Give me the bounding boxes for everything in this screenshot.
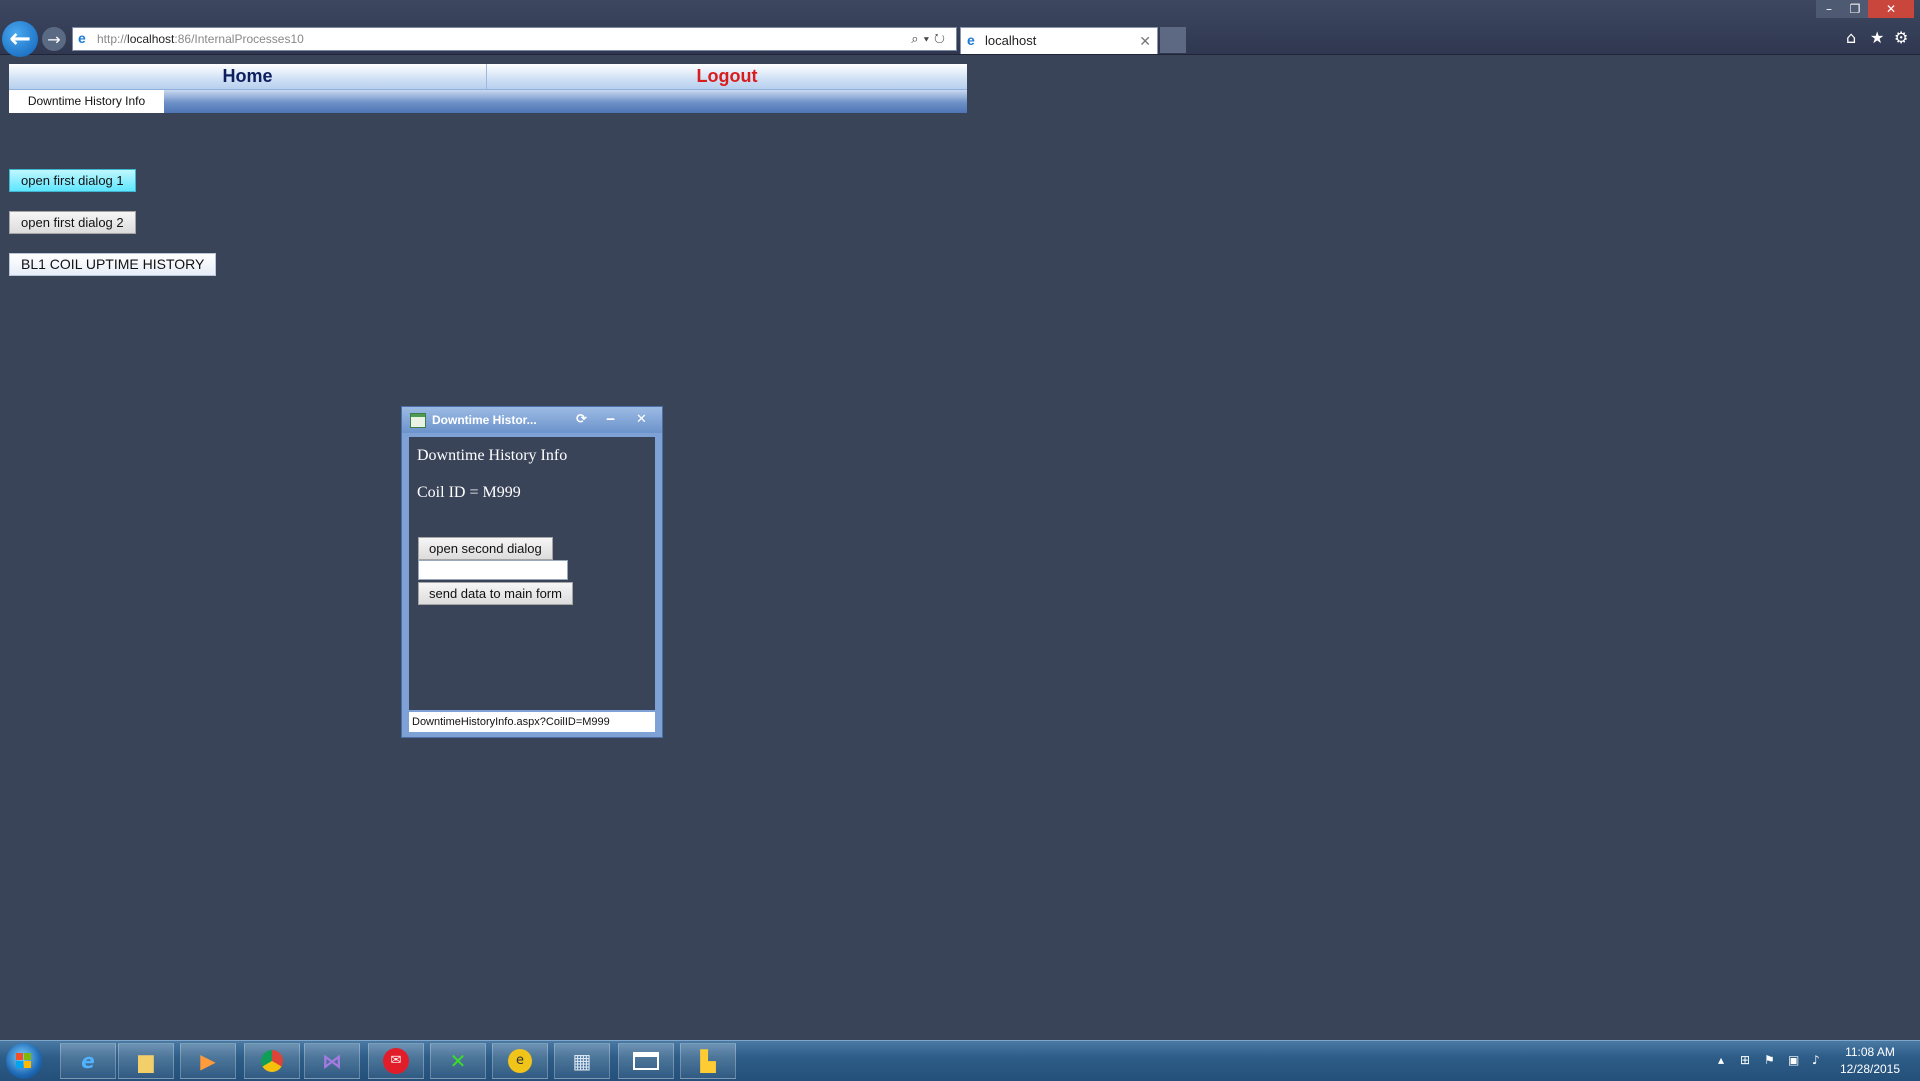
data-input[interactable] <box>418 560 568 580</box>
browser-chrome: ← → e http://localhost:86/InternalProces… <box>0 0 1920 57</box>
sub-menu: Downtime History Info <box>9 90 967 113</box>
refresh-icon[interactable]: ⟳ <box>576 407 587 433</box>
paint-icon: ▙ <box>700 1049 716 1073</box>
gear-icon[interactable]: ⚙ <box>1894 28 1908 47</box>
taskbar-internet-explorer[interactable]: e <box>60 1043 116 1079</box>
tab-close-icon[interactable]: ✕ <box>1139 28 1151 54</box>
menu-logout[interactable]: Logout <box>487 64 967 89</box>
close-icon[interactable]: ✕ <box>636 407 647 433</box>
taskbar-mail[interactable]: ✉ <box>368 1043 424 1079</box>
window-minimize-button[interactable]: – <box>1816 0 1842 18</box>
browser-tab-localhost[interactable]: e localhost ✕ <box>960 27 1158 54</box>
taskbar-update-app[interactable]: e <box>492 1043 548 1079</box>
open-first-dialog-1-button[interactable]: open first dialog 1 <box>9 169 136 192</box>
open-second-dialog-button[interactable]: open second dialog <box>418 537 553 560</box>
arrow-left-icon: ← <box>9 24 31 54</box>
taskbar-file-explorer[interactable]: ▆ <box>118 1043 174 1079</box>
flag-icon[interactable]: ⚑ <box>1764 1053 1775 1067</box>
window-close-button[interactable]: ✕ <box>1868 0 1914 18</box>
taskbar-paint[interactable]: ▙ <box>680 1043 736 1079</box>
clock-date: 12/28/2015 <box>1839 1062 1901 1076</box>
submenu-downtime-history-info[interactable]: Downtime History Info <box>9 90 164 113</box>
dialog-heading: Downtime History Info <box>417 447 568 464</box>
dialog-status-url: DowntimeHistoryInfo.aspx?CoilID=M999 <box>409 712 655 732</box>
favorites-star-icon[interactable]: ★ <box>1870 28 1884 47</box>
mail-icon: ✉ <box>383 1048 409 1074</box>
folder-icon: ▆ <box>138 1049 154 1073</box>
ie-icon: e <box>81 1049 95 1073</box>
taskbar-calculator[interactable]: ▦ <box>554 1043 610 1079</box>
clock-time: 11:08 AM <box>1845 1045 1895 1059</box>
taskbar-window[interactable] <box>618 1043 674 1079</box>
home-icon[interactable]: ⌂ <box>1846 28 1856 47</box>
windows-icon[interactable]: ⊞ <box>1740 1053 1750 1067</box>
system-clock[interactable]: 11:08 AM 12/28/2015 <box>1830 1044 1910 1078</box>
forward-button[interactable]: → <box>42 27 66 51</box>
window-frame-icon <box>633 1052 659 1070</box>
tab-title: localhost <box>985 33 1037 48</box>
taskbar: e ▆ ▶ ⋈ ✉ ✕ e ▦ ▙ ▴ ⊞ ⚑ ▣ ♪ 11:08 AM 12/… <box>0 1040 1920 1081</box>
volume-icon[interactable]: ♪ <box>1812 1053 1820 1067</box>
back-button[interactable]: ← <box>2 21 38 57</box>
window-icon <box>410 413 426 428</box>
dialog-titlebar[interactable]: Downtime Histor... ⟳ ‒ ✕ <box>402 407 662 433</box>
coil-id-value: M999 <box>482 484 521 501</box>
main-menu: Home Logout <box>9 64 967 90</box>
x-app-icon: ✕ <box>449 1049 467 1073</box>
visual-studio-icon: ⋈ <box>322 1049 342 1073</box>
menu-home[interactable]: Home <box>9 64 487 89</box>
window-maximize-button[interactable]: ❐ <box>1842 0 1868 18</box>
play-icon: ▶ <box>200 1049 216 1073</box>
network-icon[interactable]: ▣ <box>1788 1053 1799 1067</box>
address-bar[interactable]: e http://localhost:86/InternalProcesses1… <box>72 27 957 51</box>
chrome-icon <box>261 1050 283 1072</box>
minimize-icon[interactable]: ‒ <box>606 407 615 433</box>
open-first-dialog-2-button[interactable]: open first dialog 2 <box>9 211 136 234</box>
coil-id-label: Coil ID = <box>417 484 483 501</box>
downtime-history-dialog: Downtime Histor... ⟳ ‒ ✕ Downtime Histor… <box>401 406 663 738</box>
ie-page-icon: e <box>78 30 86 46</box>
taskbar-chrome[interactable] <box>244 1043 300 1079</box>
dialog-body: Downtime History Info Coil ID = M999 ope… <box>409 437 655 710</box>
calculator-icon: ▦ <box>572 1049 592 1073</box>
dialog-title: Downtime Histor... <box>432 413 537 427</box>
address-url: http://localhost:86/InternalProcesses10 <box>97 32 304 46</box>
new-tab-button[interactable] <box>1160 27 1186 53</box>
coil-id-text: Coil ID = M999 <box>417 484 521 502</box>
taskbar-media-player[interactable]: ▶ <box>180 1043 236 1079</box>
send-data-button[interactable]: send data to main form <box>418 582 573 605</box>
start-button[interactable] <box>6 1043 42 1079</box>
show-hidden-icons[interactable]: ▴ <box>1718 1053 1724 1067</box>
taskbar-xbox-app[interactable]: ✕ <box>430 1043 486 1079</box>
arrow-right-icon: → <box>47 29 61 49</box>
bl1-coil-uptime-history-button[interactable]: BL1 COIL UPTIME HISTORY <box>9 253 217 276</box>
update-icon: e <box>508 1049 532 1073</box>
taskbar-visual-studio[interactable]: ⋈ <box>304 1043 360 1079</box>
ie-tab-icon: e <box>967 32 975 48</box>
search-refresh-icon[interactable]: ⌕▾↻ <box>911 28 950 50</box>
